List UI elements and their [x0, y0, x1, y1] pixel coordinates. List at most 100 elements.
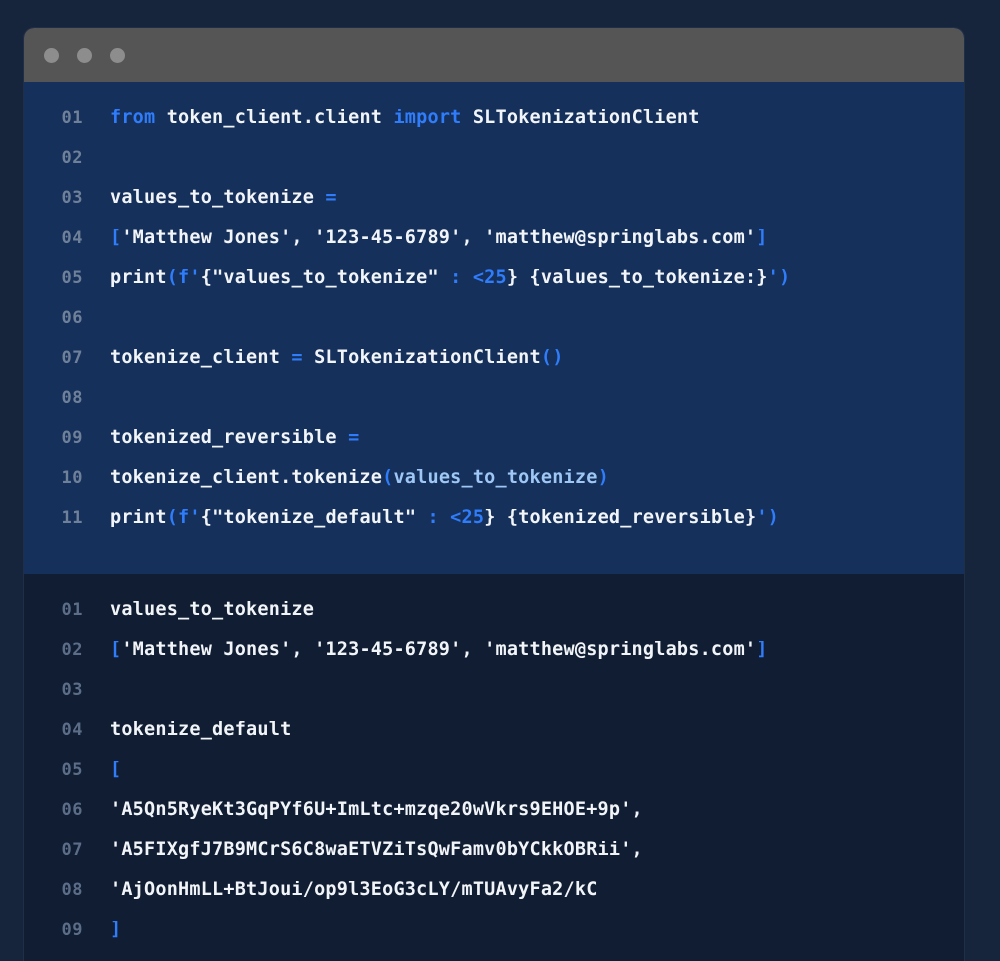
code-token: )	[597, 469, 609, 488]
line-content: ]	[110, 921, 964, 940]
code-token: } {values_to_tokenize:}	[506, 269, 768, 288]
line-content: [	[110, 761, 964, 780]
line-content: print(f'{"tokenize_default" : <25} {toke…	[110, 509, 964, 528]
console-output[interactable]: 01 values_to_tokenize 02 ['Matthew Jones', …	[24, 574, 964, 961]
line-content: 'A5FIXgfJ7B9MCrS6C8waETVZiTsQwFamv0bYCkk…	[110, 841, 964, 860]
code-token: )	[779, 269, 791, 288]
code-line: 08	[24, 388, 964, 428]
code-token: SLTokenizationClient	[302, 349, 541, 368]
code-token: ]	[756, 229, 768, 248]
line-content: ['Matthew Jones', '123-45-6789', 'matthe…	[110, 641, 964, 660]
code-token: )	[767, 509, 780, 528]
line-content: tokenize_client.tokenize(values_to_token…	[110, 469, 964, 488]
python-source-editor[interactable]: 01 from token_client.client import SLToke…	[24, 82, 964, 574]
code-token: tokenized_reversible	[110, 429, 349, 448]
code-token: [	[110, 761, 122, 780]
code-token: values_to_tokenize	[393, 469, 598, 488]
line-content: tokenize_default	[110, 721, 964, 740]
code-token: : <25	[427, 509, 485, 528]
code-token: (	[382, 469, 394, 488]
code-token: values_to_tokenize	[110, 601, 315, 620]
line-content: values_to_tokenize =	[110, 189, 964, 208]
line-number: 01	[61, 108, 83, 128]
code-token: SLTokenizationClient	[472, 109, 700, 128]
code-line: 11 print(f'{"tokenize_default" : <25} {to…	[24, 508, 964, 548]
code-token: import	[393, 109, 473, 128]
line-number: 06	[61, 800, 83, 820]
code-line: 03 values_to_tokenize =	[24, 188, 964, 228]
line-number: 04	[61, 228, 83, 248]
code-token: from	[110, 109, 167, 128]
line-content: values_to_tokenize	[110, 601, 964, 620]
code-token: 'A5FIXgfJ7B9MCrS6C8waETVZiTsQwFamv0bYCkk…	[110, 841, 643, 860]
code-line: 09 tokenized_reversible =	[24, 428, 964, 468]
code-line: 02 ['Matthew Jones', '123-45-6789', 'matt…	[24, 640, 964, 680]
window-title-bar	[24, 28, 964, 82]
code-token: '	[767, 269, 779, 288]
code-token: ]	[110, 921, 122, 940]
code-line: 01 values_to_tokenize	[24, 600, 964, 640]
code-line: 01 from token_client.client import SLToke…	[24, 108, 964, 148]
line-content: tokenized_reversible =	[110, 429, 964, 448]
code-line: 09]	[24, 920, 964, 960]
code-window: 01 from token_client.client import SLToke…	[24, 28, 964, 961]
code-token: [	[110, 641, 122, 660]
line-number: 03	[61, 188, 83, 208]
line-content: print(f'{"values_to_tokenize" : <25} {va…	[110, 269, 964, 288]
code-token: (	[166, 509, 179, 528]
code-token: 'Matthew Jones', '123-45-6789', 'matthew…	[121, 229, 757, 248]
code-token: ()	[540, 349, 564, 368]
line-content: ['Matthew Jones', '123-45-6789', 'matthe…	[110, 229, 964, 248]
code-token: 'AjOonHmLL+BtJoui/op9l3EoG3cLY/mTUAvyFa2…	[110, 881, 598, 900]
code-line: 05 [	[24, 760, 964, 800]
line-content: tokenize_client = SLTokenizationClient()	[110, 349, 964, 368]
line-number: 03	[61, 680, 83, 700]
code-token: values_to_tokenize	[110, 189, 326, 208]
code-token: tokenize_client.tokenize	[110, 469, 383, 488]
code-token: [	[110, 229, 122, 248]
code-token: tokenize_client	[110, 349, 292, 368]
code-token: '	[756, 509, 768, 528]
line-number: 02	[61, 640, 83, 660]
code-line: 03	[24, 680, 964, 720]
line-number: 06	[61, 308, 83, 328]
code-token: : <25	[450, 269, 507, 288]
line-number: 08	[61, 388, 83, 408]
code-token: token_client.client	[166, 109, 394, 128]
line-number: 01	[61, 600, 83, 620]
code-token: 'A5Qn5RyeKt3GqPYf6U+ImLtc+mzqe20wVkrs9EH…	[110, 801, 643, 820]
code-line: 04 tokenize_default	[24, 720, 964, 760]
code-line: 05 print(f'{"values_to_tokenize" : <25} {…	[24, 268, 964, 308]
code-line: 02	[24, 148, 964, 188]
code-token: {"values_to_tokenize"	[200, 269, 451, 288]
line-content: 'A5Qn5RyeKt3GqPYf6U+ImLtc+mzqe20wVkrs9EH…	[110, 801, 964, 820]
code-token: 'Matthew Jones', '123-45-6789', 'matthew…	[121, 641, 757, 660]
minimize-dot-icon[interactable]	[77, 47, 92, 63]
line-number: 09	[61, 920, 83, 940]
code-token: f'	[178, 269, 201, 288]
code-token: print	[110, 269, 167, 288]
line-number: 07	[61, 348, 83, 368]
code-token: (	[166, 269, 179, 288]
code-token: =	[291, 349, 303, 368]
code-line: 07 tokenize_client = SLTokenizationClient…	[24, 348, 964, 388]
code-token: ]	[756, 641, 768, 660]
code-token: =	[348, 429, 360, 448]
code-line: 06 'A5Qn5RyeKt3GqPYf6U+ImLtc+mzqe20wVkrs9…	[24, 800, 964, 840]
code-token: {"tokenize_default"	[200, 509, 428, 528]
code-token: print	[110, 509, 167, 528]
line-content: 'AjOonHmLL+BtJoui/op9l3EoG3cLY/mTUAvyFa2…	[110, 881, 964, 900]
line-number: 10	[61, 468, 83, 488]
code-token: tokenize_default	[110, 721, 292, 740]
close-dot-icon[interactable]	[44, 47, 59, 63]
code-token: =	[325, 189, 337, 208]
code-line: 04 ['Matthew Jones', '123-45-6789', 'matt…	[24, 228, 964, 268]
line-number: 04	[61, 720, 83, 740]
code-token: f'	[178, 509, 201, 528]
line-number: 05	[61, 760, 83, 780]
code-line: 10 tokenize_client.tokenize(values_to_tok…	[24, 468, 964, 508]
maximize-dot-icon[interactable]	[110, 47, 125, 63]
code-line: 07 'A5FIXgfJ7B9MCrS6C8waETVZiTsQwFamv0bYC…	[24, 840, 964, 880]
line-number: 11	[61, 508, 83, 528]
line-content: from token_client.client import SLTokeni…	[110, 109, 964, 128]
